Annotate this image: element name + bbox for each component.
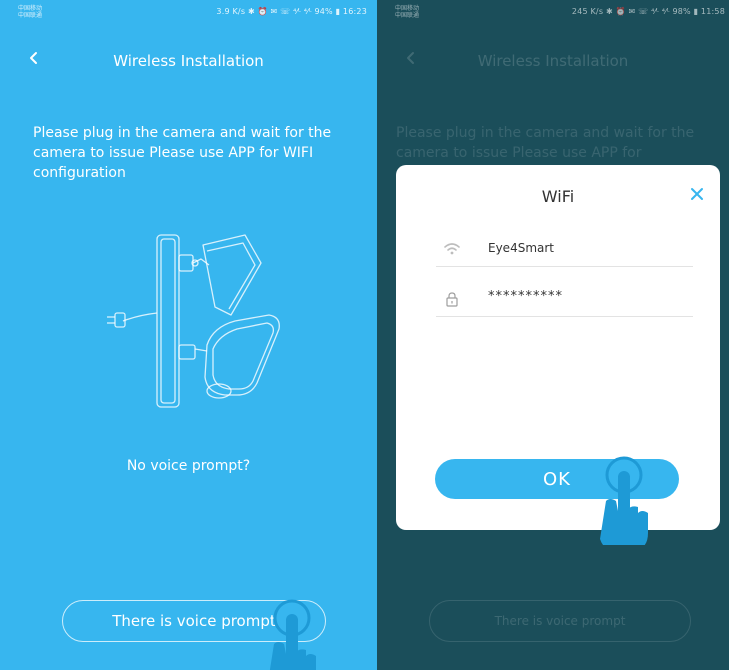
status-bar: 中国移动 中国联通 245 K/s ✱ ⏰ ✉ ☏ ⁴⁄ᴸ ⁴⁄ᴸ 98% ▮ … — [377, 0, 729, 24]
right-screen: 中国移动 中国联通 245 K/s ✱ ⏰ ✉ ☏ ⁴⁄ᴸ ⁴⁄ᴸ 98% ▮ … — [377, 0, 729, 670]
close-icon[interactable] — [690, 187, 704, 201]
no-voice-prompt-link[interactable]: No voice prompt? — [0, 458, 377, 474]
status-carrier: 中国移动 中国联通 — [18, 5, 43, 19]
wifi-name-field[interactable]: Eye4Smart — [436, 231, 693, 267]
camera-plug-illustration — [107, 234, 280, 408]
voice-prompt-button: There is voice prompt — [429, 600, 691, 642]
dialog-title: WiFi — [541, 187, 575, 206]
pointing-hand-icon — [269, 599, 316, 670]
pointing-hand-icon — [600, 456, 648, 545]
page-title: Wireless Installation — [113, 52, 264, 70]
page-title: Wireless Installation — [477, 52, 629, 70]
wifi-password-value: ********** — [488, 289, 563, 304]
status-indicators: 245 K/s ✱ ⏰ ✉ ☏ ⁴⁄ᴸ ⁴⁄ᴸ 98% ▮ 11:58 — [571, 7, 725, 16]
instruction-text: Please plug in the camera and wait for t… — [33, 125, 332, 181]
wifi-icon — [444, 243, 460, 255]
wifi-password-field[interactable]: ********** — [436, 281, 693, 317]
left-screen: 中国移动 中国联通 3.9 K/s ✱ ⏰ ✉ ☏ ⁴⁄ᴸ ⁴⁄ᴸ 94% ▮ … — [0, 0, 377, 670]
lock-icon — [446, 292, 458, 307]
status-indicators: 3.9 K/s ✱ ⏰ ✉ ☏ ⁴⁄ᴸ ⁴⁄ᴸ 94% ▮ 16:23 — [216, 7, 367, 16]
wifi-name-value: Eye4Smart — [488, 241, 554, 255]
wifi-dialog: WiFi Eye4Smart ********** OK — [396, 165, 720, 530]
instruction-text: Please plug in the camera and wait for t… — [396, 125, 695, 161]
status-carrier: 中国移动 中国联通 — [395, 5, 420, 19]
status-bar: 中国移动 中国联通 3.9 K/s ✱ ⏰ ✉ ☏ ⁴⁄ᴸ ⁴⁄ᴸ 94% ▮ … — [0, 0, 377, 24]
